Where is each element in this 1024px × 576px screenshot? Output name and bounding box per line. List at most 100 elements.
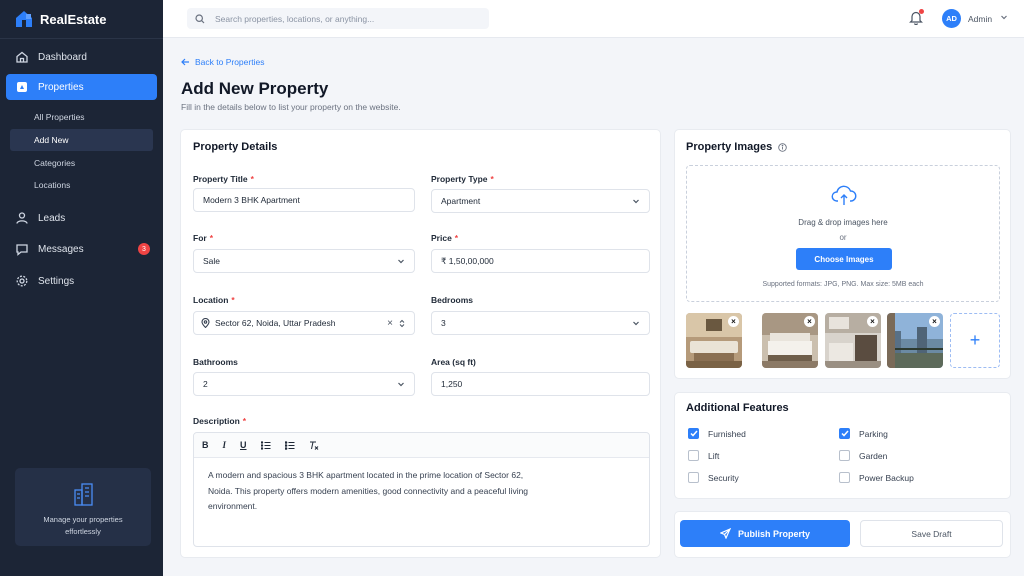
bullet-list-icon[interactable] — [284, 440, 295, 450]
sidebar-sub-categories[interactable]: Categories — [10, 152, 153, 174]
building-icon — [17, 82, 27, 92]
property-title-label: Property Title * — [193, 174, 254, 184]
page-title: Add New Property — [181, 79, 329, 98]
property-type-label: Property Type * — [431, 174, 494, 184]
feature-security[interactable]: Security — [688, 472, 739, 483]
sidebar-item-label: Messages — [38, 243, 84, 255]
chevron-down-icon — [633, 199, 639, 204]
publish-label: Publish Property — [737, 528, 810, 539]
send-icon — [719, 528, 731, 539]
search-icon — [195, 13, 205, 23]
underline-button[interactable]: U — [240, 440, 247, 450]
bold-button[interactable]: B — [202, 440, 209, 450]
back-link-label: Back to Properties — [195, 57, 265, 67]
choose-images-button[interactable]: Choose Images — [796, 248, 892, 270]
price-input[interactable]: ₹ 1,50,00,000 — [431, 249, 650, 273]
sidebar-item-label: Settings — [38, 275, 75, 287]
feature-lift[interactable]: Lift — [688, 450, 719, 461]
feature-garden[interactable]: Garden — [839, 450, 887, 461]
image-thumbnail[interactable]: × — [762, 313, 818, 368]
image-thumbnail[interactable]: × — [825, 313, 881, 368]
chevron-down-icon — [633, 321, 639, 326]
save-draft-button[interactable]: Save Draft — [860, 520, 1003, 547]
sidebar-item-label: Dashboard — [38, 51, 87, 63]
feature-furnished[interactable]: Furnished — [688, 428, 746, 439]
area-label: Area (sq ft) — [431, 357, 476, 367]
description-editor[interactable]: B I U A modern and spacious 3 BHK apartm… — [193, 432, 650, 547]
arrow-left-icon — [181, 58, 189, 66]
italic-button[interactable]: I — [223, 440, 227, 450]
sidebar-sub-add-new[interactable]: Add New — [10, 129, 153, 151]
chevron-down-icon[interactable] — [1000, 13, 1008, 21]
feature-label: Garden — [859, 450, 888, 461]
sidebar-item-dashboard[interactable]: Dashboard — [6, 44, 157, 70]
notification-dot — [919, 9, 924, 14]
remove-image-icon[interactable]: × — [728, 316, 739, 327]
property-details-title: Property Details — [193, 141, 278, 153]
gear-icon — [16, 275, 28, 287]
user-name[interactable]: Admin — [968, 14, 992, 24]
home-icon — [16, 51, 28, 63]
bathrooms-select[interactable]: 2 — [193, 372, 415, 396]
checkbox-checked-icon[interactable] — [688, 428, 699, 439]
chevron-down-icon — [398, 382, 404, 387]
add-image-button[interactable]: + — [950, 313, 1000, 368]
search-box[interactable] — [187, 8, 489, 29]
feature-label: Furnished — [708, 428, 746, 439]
feature-parking[interactable]: Parking — [839, 428, 888, 439]
notification-button[interactable] — [909, 9, 924, 30]
sidebar-item-properties[interactable]: Properties — [6, 74, 157, 100]
bedrooms-label: Bedrooms — [431, 295, 474, 305]
image-thumbnail[interactable]: × — [686, 313, 742, 368]
feature-label: Power Backup — [859, 472, 914, 483]
remove-image-icon[interactable]: × — [804, 316, 815, 327]
image-dropzone[interactable]: Drag & drop images here or Choose Images… — [686, 165, 1000, 302]
editor-toolbar: B I U — [194, 433, 649, 458]
user-icon — [16, 212, 28, 224]
search-input[interactable] — [215, 13, 475, 24]
promo-card: Manage your properties effortlessly — [15, 468, 151, 546]
feature-label: Security — [708, 472, 739, 483]
price-label: Price * — [431, 233, 459, 243]
location-select[interactable]: Sector 62, Noida, Uttar Pradesh × — [193, 311, 415, 335]
sidebar-item-label: Properties — [38, 81, 84, 93]
cloud-upload-icon — [831, 185, 857, 205]
checkbox-icon[interactable] — [839, 450, 850, 461]
feature-power-backup[interactable]: Power Backup — [839, 472, 914, 483]
checkbox-icon[interactable] — [688, 450, 699, 461]
info-icon[interactable] — [778, 142, 787, 152]
back-link[interactable]: Back to Properties — [181, 57, 264, 67]
property-type-select[interactable]: Apartment — [431, 189, 650, 213]
sidebar-item-leads[interactable]: Leads — [6, 205, 157, 231]
clear-format-icon[interactable] — [309, 441, 319, 450]
avatar[interactable]: AD — [942, 9, 961, 28]
description-text[interactable]: A modern and spacious 3 BHK apartment lo… — [194, 458, 544, 525]
promo-text: Manage your properties effortlessly — [43, 515, 123, 536]
map-pin-icon — [201, 318, 210, 328]
bedrooms-select[interactable]: 3 — [431, 311, 650, 335]
image-thumbnail[interactable]: × — [887, 313, 943, 368]
publish-property-button[interactable]: Publish Property — [680, 520, 850, 547]
sidebar-item-settings[interactable]: Settings — [6, 268, 157, 294]
brand[interactable]: RealEstate — [14, 8, 106, 30]
sidebar-sub-all-properties[interactable]: All Properties — [10, 106, 153, 128]
feature-label: Lift — [708, 450, 720, 461]
remove-image-icon[interactable]: × — [867, 316, 878, 327]
area-input[interactable]: 1,250 — [431, 372, 650, 396]
property-title-input[interactable]: Modern 3 BHK Apartment — [193, 188, 415, 212]
location-label: Location * — [193, 295, 235, 305]
chevron-down-icon — [398, 259, 404, 264]
checkbox-checked-icon[interactable] — [839, 428, 850, 439]
clear-icon[interactable]: × — [387, 318, 393, 329]
for-select[interactable]: Sale — [193, 249, 415, 273]
sidebar-sub-locations[interactable]: Locations — [10, 174, 153, 196]
ordered-list-icon[interactable] — [260, 440, 271, 450]
checkbox-icon[interactable] — [688, 472, 699, 483]
checkbox-icon[interactable] — [839, 472, 850, 483]
sidebar-item-messages[interactable]: Messages 3 — [6, 236, 157, 262]
sidebar-divider — [0, 38, 163, 39]
remove-image-icon[interactable]: × — [929, 316, 940, 327]
formats-text: Supported formats: JPG, PNG. Max size: 5… — [762, 281, 924, 288]
chevron-updown-icon — [399, 319, 405, 327]
page-subtitle: Fill in the details below to list your p… — [181, 102, 401, 112]
